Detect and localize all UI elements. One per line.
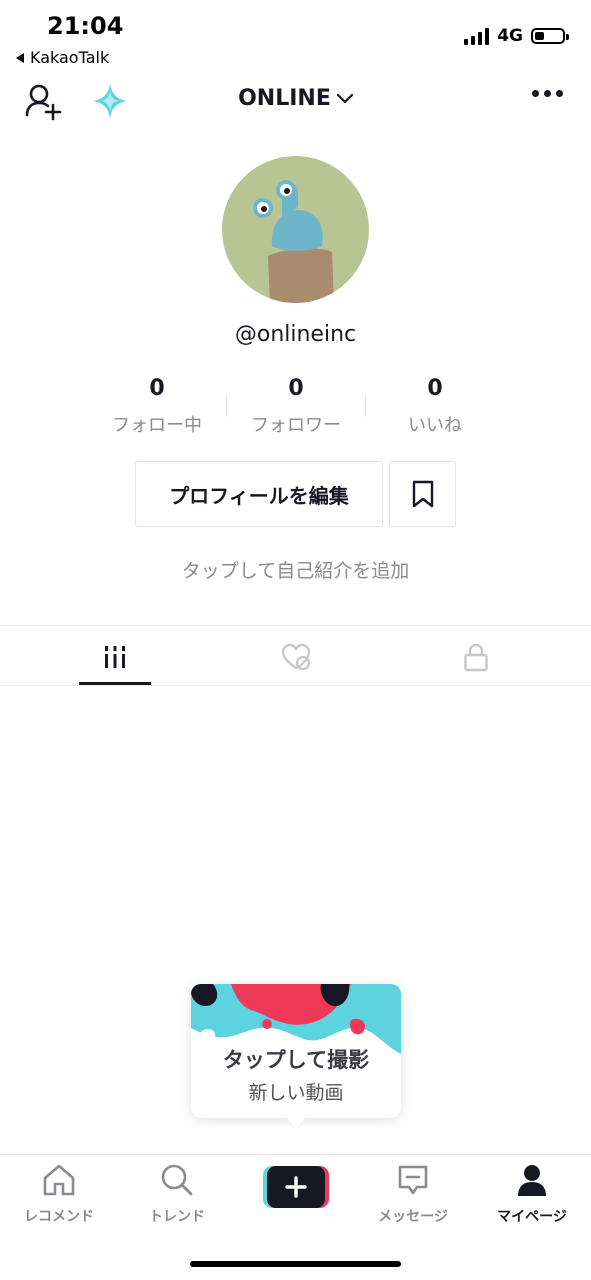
network-type: 4G (497, 26, 523, 46)
following-label: フォロー中 (112, 415, 202, 436)
following-stat[interactable]: 0 フォロー中 (82, 376, 232, 437)
account-switcher[interactable]: ONLINE (0, 86, 591, 111)
tabs-divider (0, 625, 591, 626)
tooltip-subtitle: 新しい動画 (248, 1082, 344, 1104)
lock-icon (464, 643, 488, 672)
status-time: 21:04 (47, 12, 124, 40)
nav-mypage-label: マイページ (497, 1209, 567, 1225)
back-to-app-link[interactable]: KakaoTalk (16, 48, 109, 67)
avatar[interactable] (222, 156, 369, 303)
likes-count: 0 (427, 376, 443, 401)
status-indicators: 4G (464, 26, 569, 46)
followers-label: フォロワー (251, 415, 341, 436)
plus-icon (263, 1166, 329, 1208)
nav-messages[interactable]: メッセージ (354, 1162, 472, 1226)
nav-trend[interactable]: トレンド (118, 1162, 236, 1226)
create-video-tooltip[interactable]: タップして撮影 新しい動画 (191, 984, 401, 1118)
followers-stat[interactable]: 0 フォロワー (221, 376, 371, 437)
back-app-label: KakaoTalk (30, 48, 110, 67)
tab-private[interactable] (456, 640, 496, 674)
likes-label: いいね (408, 415, 462, 436)
profile-icon (518, 1165, 546, 1196)
videos-grid-icon (105, 646, 125, 668)
home-icon (43, 1164, 75, 1196)
search-icon (161, 1164, 193, 1196)
followers-count: 0 (288, 376, 304, 401)
liked-icon (281, 643, 311, 671)
tooltip-tail (285, 1116, 307, 1128)
tab-videos[interactable] (95, 640, 135, 674)
bookmark-icon (412, 480, 433, 508)
home-indicator (190, 1261, 401, 1267)
nav-trend-label: トレンド (149, 1209, 205, 1225)
username: @onlineinc (234, 322, 357, 347)
message-icon (398, 1165, 428, 1195)
nav-messages-label: メッセージ (378, 1209, 448, 1225)
bookmark-button[interactable] (389, 461, 456, 527)
nav-mypage[interactable]: マイページ (473, 1162, 591, 1226)
tooltip-title: タップして撮影 (222, 1048, 370, 1072)
account-title: ONLINE (238, 86, 331, 111)
more-icon[interactable] (532, 90, 563, 97)
nav-recommend-label: レコメンド (24, 1209, 94, 1225)
create-button[interactable] (263, 1164, 329, 1210)
signal-icon (464, 27, 490, 45)
battery-icon (531, 28, 569, 44)
nav-divider (0, 1154, 591, 1155)
nav-recommend[interactable]: レコメンド (0, 1162, 118, 1226)
tab-liked[interactable] (276, 640, 316, 674)
chevron-down-icon (336, 93, 353, 103)
back-arrow-icon (16, 52, 24, 63)
following-count: 0 (149, 376, 165, 401)
add-bio-prompt[interactable]: タップして自己紹介を追加 (0, 556, 591, 583)
tabs-divider (0, 685, 591, 686)
edit-profile-button[interactable]: プロフィールを編集 (135, 461, 383, 527)
likes-stat[interactable]: 0 いいね (360, 376, 510, 437)
